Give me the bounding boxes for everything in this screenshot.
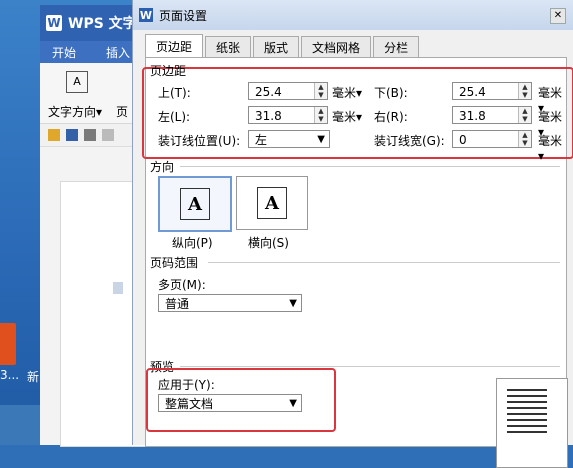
- save-icon[interactable]: [66, 129, 78, 141]
- ribbon-more-label[interactable]: 页: [116, 103, 128, 120]
- menu-start[interactable]: 开始: [52, 44, 76, 61]
- landscape-label: 横向(S): [248, 236, 289, 250]
- close-icon[interactable]: ✕: [550, 8, 566, 24]
- print-icon[interactable]: [84, 129, 96, 141]
- left-margin-label: 左(L):: [158, 110, 191, 124]
- menu-insert[interactable]: 插入: [106, 44, 130, 61]
- wps-logo-icon: W: [139, 8, 153, 22]
- chevron-down-icon: ▼: [289, 398, 297, 409]
- page-preview: [496, 378, 568, 468]
- gutter-position-label: 装订线位置(U):: [158, 134, 241, 148]
- taskbar-strip: [0, 405, 40, 445]
- divider: [180, 166, 560, 167]
- chevron-down-icon: ▼: [317, 134, 325, 145]
- portrait-option[interactable]: A: [158, 176, 232, 232]
- wps-title: WPS 文字: [68, 16, 137, 32]
- spinner-icon[interactable]: ▲ ▼: [518, 131, 531, 147]
- right-margin-label: 右(R):: [374, 110, 408, 124]
- top-margin-input[interactable]: 25.4 ▲ ▼: [248, 82, 328, 100]
- dialog-title: 页面设置: [159, 8, 208, 23]
- paragraph-mark-icon: [113, 282, 123, 294]
- top-margin-unit[interactable]: 毫米▾: [332, 84, 362, 101]
- gutter-width-unit[interactable]: 毫米▾: [538, 132, 566, 163]
- left-margin-input[interactable]: 31.8 ▲ ▼: [248, 106, 328, 124]
- margins-group-label: 页边距: [150, 64, 187, 78]
- margins-panel: 页边距 上(T): 25.4 ▲ ▼ 毫米▾ 下(B): 25.4 ▲ ▼ 毫米▾ 左(…: [142, 57, 573, 468]
- portrait-label: 纵向(P): [172, 236, 213, 250]
- dialog-titlebar: W 页面设置: [133, 0, 573, 30]
- apply-to-label: 应用于(Y):: [158, 378, 215, 392]
- right-margin-input[interactable]: 31.8 ▲ ▼: [452, 106, 532, 124]
- divider: [208, 262, 560, 263]
- divider: [180, 366, 560, 367]
- gutter-width-label: 装订线宽(G):: [374, 134, 445, 148]
- gutter-width-input[interactable]: 0 ▲ ▼: [452, 130, 532, 148]
- left-margin-unit[interactable]: 毫米▾: [332, 108, 362, 125]
- multi-pages-label: 多页(M):: [158, 278, 206, 292]
- orientation-group-label: 方向: [150, 160, 175, 174]
- spinner-icon[interactable]: ▲ ▼: [314, 107, 327, 123]
- tab-paper[interactable]: 纸张: [205, 36, 252, 57]
- landscape-icon: A: [257, 187, 287, 219]
- gutter-position-select[interactable]: 左 ▼: [248, 130, 330, 148]
- text-direction-icon[interactable]: A: [66, 71, 88, 93]
- app-shortcut-icon[interactable]: [0, 323, 16, 365]
- text-direction-button[interactable]: 文字方向▾: [48, 103, 102, 120]
- spinner-icon[interactable]: ▲ ▼: [518, 107, 531, 123]
- landscape-option[interactable]: A: [236, 176, 308, 230]
- spinner-icon[interactable]: ▲ ▼: [518, 83, 531, 99]
- tab-columns[interactable]: 分栏: [373, 36, 420, 57]
- preview-text-lines: [507, 389, 547, 437]
- desktop-icon-label-2: 新: [27, 370, 40, 384]
- wps-logo-icon: W: [46, 15, 62, 31]
- bottom-margin-label: 下(B):: [374, 86, 408, 100]
- chevron-down-icon: ▼: [289, 298, 297, 309]
- page-range-group-label: 页码范围: [150, 256, 199, 270]
- bottom-margin-input[interactable]: 25.4 ▲ ▼: [452, 82, 532, 100]
- tab-doc-grid[interactable]: 文档网格: [301, 36, 372, 57]
- tab-margins[interactable]: 页边距: [145, 34, 204, 57]
- portrait-icon: A: [180, 188, 210, 220]
- multi-pages-select[interactable]: 普通 ▼: [158, 294, 302, 312]
- apply-to-select[interactable]: 整篇文档 ▼: [158, 394, 302, 412]
- top-margin-label: 上(T):: [158, 86, 191, 100]
- desktop-icon-label: 3...: [0, 368, 20, 382]
- tab-bar: 页边距 纸张 版式 文档网格 分栏: [145, 34, 421, 57]
- print-preview-icon[interactable]: [102, 129, 114, 141]
- tab-layout[interactable]: 版式: [253, 36, 300, 57]
- page-setup-dialog: W 页面设置 ✕ 页边距 纸张 版式 文档网格 分栏 页边距 上(T): 25.…: [132, 0, 573, 468]
- spinner-icon[interactable]: ▲ ▼: [314, 83, 327, 99]
- open-folder-icon[interactable]: [48, 129, 60, 141]
